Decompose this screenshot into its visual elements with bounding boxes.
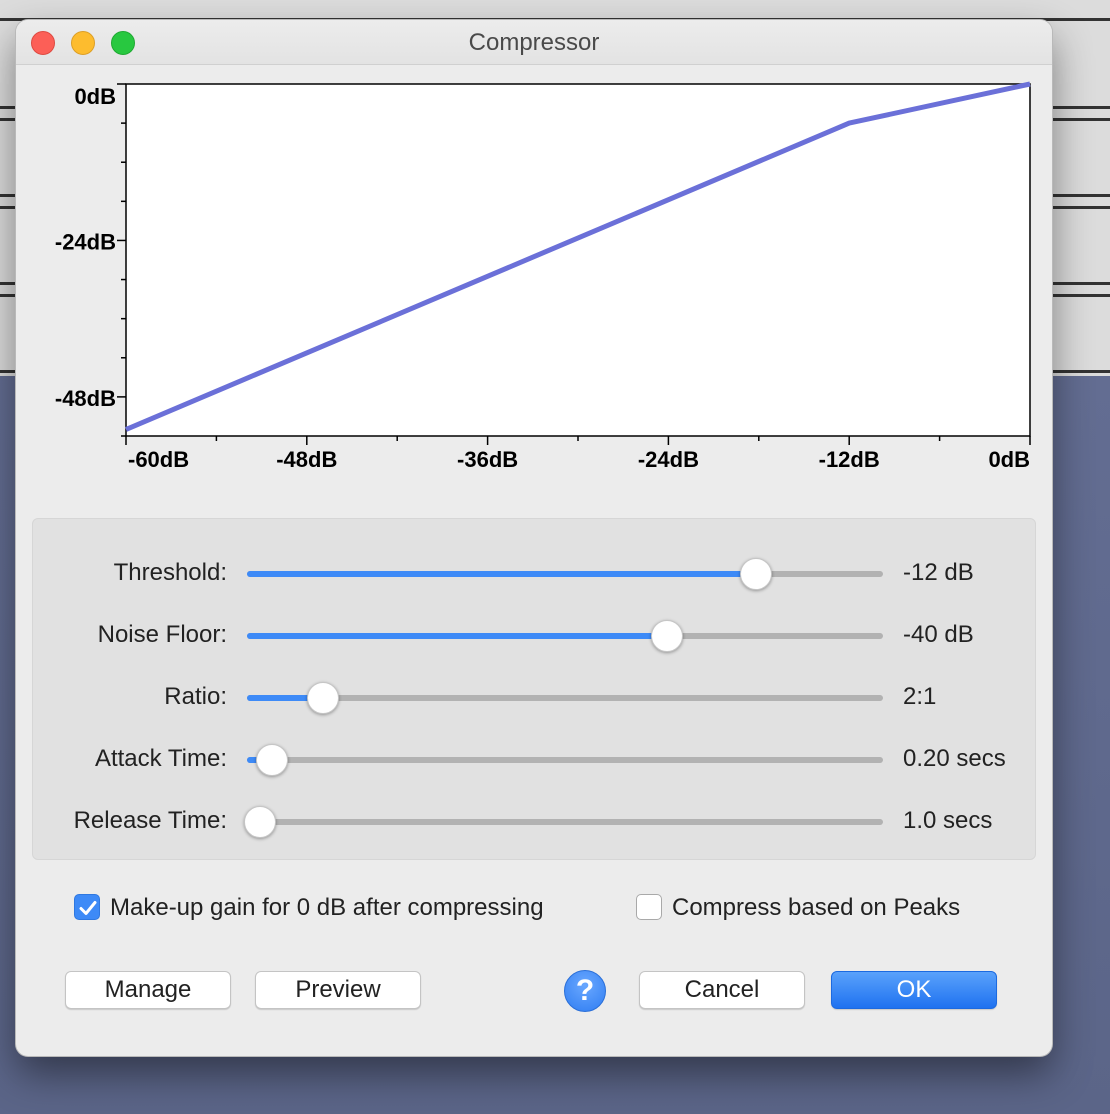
threshold-slider[interactable] [247,558,883,590]
attack-time-slider[interactable] [247,744,883,776]
ok-button[interactable]: OK [831,971,997,1009]
release-time-slider-thumb[interactable] [243,806,276,838]
y-tick-label: -48dB [55,386,116,411]
attack-time-row: Attack Time: 0.20 secs [33,739,1037,779]
threshold-slider-thumb[interactable] [739,558,772,590]
x-tick-label: -48dB [276,447,337,472]
ratio-slider-thumb[interactable] [307,682,340,714]
ratio-label: Ratio: [164,683,227,710]
cancel-button[interactable]: Cancel [639,971,805,1009]
noise-floor-slider-fill [247,633,667,639]
ratio-slider[interactable] [247,682,883,714]
x-tick-label: -24dB [638,447,699,472]
attack-time-label: Attack Time: [94,745,227,772]
threshold-row: Threshold: -12 dB [33,553,1037,593]
ratio-row: Ratio: 2:1 [33,677,1037,717]
noise-floor-row: Noise Floor: -40 dB [33,615,1037,655]
release-time-row: Release Time: 1.0 secs [33,801,1037,841]
compressor-dialog: Compressor -60dB -48dB -36dB -24dB -12dB 0dB 0… [16,20,1052,1056]
makeup-gain-label: Make-up gain for 0 dB after compressing [110,894,544,921]
manage-button[interactable]: Manage [65,971,231,1009]
compress-peaks-label: Compress based on Peaks [672,894,961,921]
makeup-gain-checkbox-box[interactable] [74,894,100,920]
x-tick-label: -36dB [457,447,518,472]
noise-floor-label: Noise Floor: [97,621,227,648]
noise-floor-slider-thumb[interactable] [650,620,683,652]
compression-curve-graph: -60dB -48dB -36dB -24dB -12dB 0dB 0dB -24dB -48d… [16,20,1052,520]
release-time-value: 1.0 secs [903,807,993,834]
y-tick-label: 0dB [74,84,116,109]
preview-button[interactable]: Preview [255,971,421,1009]
y-tick-label: -24dB [55,229,116,254]
release-time-slider[interactable] [243,806,883,838]
compress-peaks-checkbox-box[interactable] [636,894,662,920]
x-tick-label: 0dB [988,447,1030,472]
ratio-value: 2:1 [903,683,937,710]
threshold-value: -12 dB [903,559,974,586]
checkmark-icon [79,901,97,915]
attack-time-value: 0.20 secs [903,745,1006,772]
x-tick-label: -12dB [819,447,880,472]
release-time-label: Release Time: [73,807,227,834]
help-icon[interactable]: ? [564,970,606,1012]
threshold-slider-fill [247,571,756,577]
threshold-label: Threshold: [113,559,227,586]
attack-time-slider-thumb[interactable] [256,744,289,776]
noise-floor-value: -40 dB [903,621,974,648]
x-tick-label: -60dB [128,447,189,472]
plot-area [125,83,1031,437]
parameters-panel: Threshold: -12 dB Noise Floor: -40 dB Ra… [32,518,1036,860]
noise-floor-slider[interactable] [247,620,883,652]
compression-curve-svg: -60dB -48dB -36dB -24dB -12dB 0dB 0dB -24dB -48d… [55,81,1031,472]
